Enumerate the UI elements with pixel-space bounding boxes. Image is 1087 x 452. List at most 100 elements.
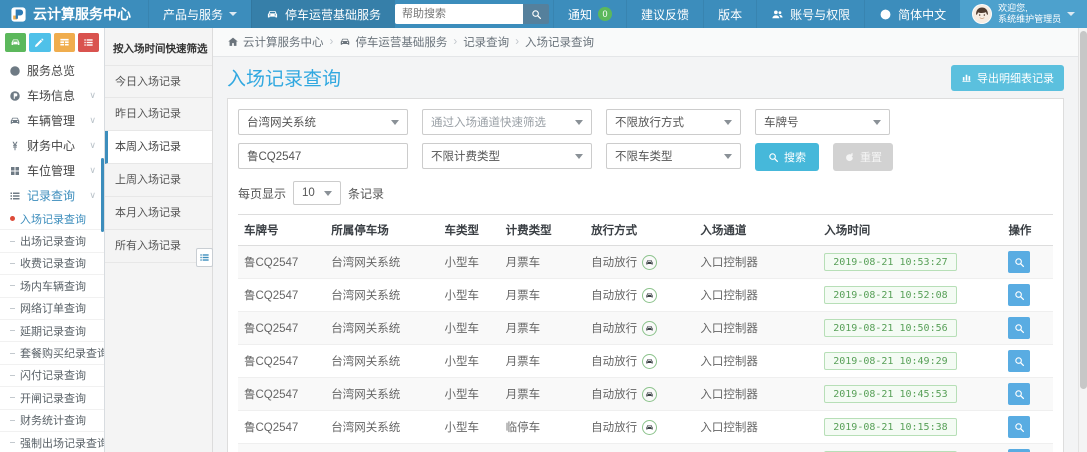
sidebar-subitem-10[interactable]: 强制出场记录查询 [0, 432, 104, 452]
breadcrumb-parking-service[interactable]: 停车运营基础服务 [339, 34, 447, 50]
page-scrollbar-thumb[interactable] [1080, 31, 1087, 389]
billing-type: 临停车 [505, 422, 541, 434]
help-search-button[interactable] [523, 4, 550, 24]
reset-button[interactable]: 重置 [833, 143, 893, 171]
menu-account-permissions[interactable]: 账号与权限 [756, 0, 864, 28]
car-type: 小型车 [444, 323, 479, 335]
auto-release-car-icon [642, 254, 658, 270]
quick-list-button[interactable] [77, 33, 99, 52]
quick-pencil-button[interactable] [29, 33, 51, 52]
brand[interactable]: 云计算服务中心 [0, 0, 148, 28]
top-navbar: 云计算服务中心 产品与服务 停车运营基础服务 通知 0 建议反馈 版本 账号与权… [0, 0, 1087, 28]
sidebar-item-5[interactable]: 记录查询 ∨ [0, 183, 104, 208]
user-avatar [972, 4, 993, 24]
sidebar-subitem-1[interactable]: 出场记录查询 [0, 230, 104, 253]
language-label: 简体中文 [898, 7, 947, 22]
quick-filter-item-3[interactable]: 上周入场记录 [105, 164, 212, 197]
per-page-select[interactable]: 10 [293, 181, 342, 205]
help-search-input[interactable] [395, 4, 524, 24]
quick-filter-item-4[interactable]: 本月入场记录 [105, 197, 212, 230]
sidebar-subitem-label: 网络订单查询 [20, 303, 86, 316]
quick-filter-item-1[interactable]: 昨日入场记录 [105, 98, 212, 131]
release-mode-label: 自动放行 [591, 389, 638, 401]
view-record-button[interactable] [1008, 383, 1031, 405]
sidebar-item-2[interactable]: 车辆管理 ∨ [0, 108, 104, 133]
quick-table-button[interactable] [53, 33, 75, 52]
plate-number-input[interactable] [238, 143, 408, 169]
quick-filter-item-2[interactable]: 本周入场记录 [105, 131, 212, 164]
caret-down-icon [229, 12, 238, 16]
per-page-value: 10 [302, 187, 315, 199]
menu-feedback[interactable]: 建议反馈 [626, 0, 703, 28]
per-page-control: 每页显示 10 条记录 [238, 181, 1053, 205]
car-icon [645, 357, 654, 366]
sidebar-item-4[interactable]: 车位管理 ∨ [0, 158, 104, 183]
view-record-button[interactable] [1008, 251, 1031, 273]
sidebar-item-3[interactable]: 财务中心 ∨ [0, 133, 104, 158]
sidebar-item-1[interactable]: 车场信息 ∨ [0, 83, 104, 108]
chevron-down-icon: ∨ [89, 140, 96, 150]
sidebar-subitem-2[interactable]: 收费记录查询 [0, 253, 104, 276]
sidebar-subitem-5[interactable]: 延期记录查询 [0, 320, 104, 343]
panel-collapse-button[interactable] [196, 248, 213, 267]
breadcrumb-home[interactable]: 云计算服务中心 [227, 34, 324, 50]
bar-chart-icon [961, 72, 972, 83]
caret-down-icon [1067, 12, 1076, 16]
dash-icon [10, 374, 15, 376]
auto-release-car-icon [642, 419, 658, 435]
notifications-label: 通知 [568, 7, 593, 22]
sidebar-subitem-6[interactable]: 套餐购买纪录查询 [0, 342, 104, 365]
menu-version[interactable]: 版本 [703, 0, 756, 28]
grid-icon [8, 165, 21, 177]
quick-filter-title: 按入场时间快速筛选 [113, 43, 208, 55]
notification-count-badge: 0 [598, 7, 613, 21]
user-welcome: 欢迎您, 系统维护管理员 [998, 3, 1061, 26]
sidebar-item-0[interactable]: 服务总览 [0, 58, 104, 83]
car-type-select[interactable]: 不限车类型 [606, 143, 741, 169]
release-mode-label: 自动放行 [591, 257, 638, 269]
menu-parking-service[interactable]: 停车运营基础服务 [251, 0, 396, 28]
sidebar-subitem-label: 套餐购买纪录查询 [20, 348, 104, 361]
quick-car-button[interactable] [5, 33, 27, 52]
export-records-button[interactable]: 导出明细表记录 [951, 64, 1064, 91]
quick-filter-item-0[interactable]: 今日入场记录 [105, 65, 212, 98]
search-button[interactable]: 搜索 [755, 143, 819, 171]
help-search [395, 0, 550, 28]
plate-number: 鲁CQ2547 [244, 290, 299, 302]
view-record-button[interactable] [1008, 284, 1031, 306]
export-records-label: 导出明细表记录 [977, 72, 1054, 85]
view-record-button[interactable] [1008, 350, 1031, 372]
search-button-label: 搜索 [784, 152, 806, 164]
plate-field-select[interactable]: 车牌号 [755, 109, 890, 135]
sidebar-subitem-0[interactable]: 入场记录查询 [0, 208, 104, 231]
page-header: 入场记录查询 导出明细表记录 [213, 57, 1078, 98]
billing-type-select[interactable]: 不限计费类型 [422, 143, 592, 169]
records-panel: 台湾网关系统 通过入场通道快速筛选 不限放行方式 车牌号 不限计费类型 不限车类… [227, 98, 1064, 452]
release-mode: 自动放行 [591, 254, 688, 270]
view-record-button[interactable] [1008, 317, 1031, 339]
user-menu[interactable]: 欢迎您, 系统维护管理员 [960, 0, 1087, 28]
sidebar-scrollbar-thumb[interactable] [101, 158, 104, 232]
menu-language[interactable]: 简体中文 [864, 0, 960, 28]
dash-icon [10, 397, 15, 399]
list-icon [8, 190, 21, 202]
sidebar-subitem-4[interactable]: 网络订单查询 [0, 298, 104, 320]
sidebar-subitem-8[interactable]: 开闸记录查询 [0, 387, 104, 410]
breadcrumb-item-label: 停车运营基础服务 [355, 37, 448, 49]
entry-time-badge: 2019-08-21 10:49:29 [824, 352, 957, 370]
sidebar-menu: 服务总览 车场信息 ∨ 车辆管理 ∨ 财务中心 ∨ 车位管理 ∨ 记录查询 ∨ [0, 58, 104, 208]
menu-products-services[interactable]: 产品与服务 [148, 0, 251, 28]
breadcrumb-record-query[interactable]: 记录查询 [463, 34, 509, 50]
release-mode-select[interactable]: 不限放行方式 [606, 109, 741, 135]
sidebar-subitem-3[interactable]: 场内车辆查询 [0, 275, 104, 298]
dash-icon [10, 307, 15, 309]
sidebar-subitem-7[interactable]: 闪付记录查询 [0, 365, 104, 388]
view-record-button[interactable] [1008, 416, 1031, 438]
sidebar-subitem-9[interactable]: 财务统计查询 [0, 410, 104, 432]
entry-channel-select[interactable]: 通过入场通道快速筛选 [422, 109, 592, 135]
sidebar-subitem-label: 延期记录查询 [20, 325, 86, 338]
menu-notifications[interactable]: 通知 0 [553, 0, 626, 28]
park-system-select[interactable]: 台湾网关系统 [238, 109, 408, 135]
menu-products-label: 产品与服务 [163, 7, 224, 22]
table-row: 鲁CQ2547 台湾网关系统 小型车 月票车 自动放行 入口控制器 2019-08-21 1… [238, 311, 1053, 345]
